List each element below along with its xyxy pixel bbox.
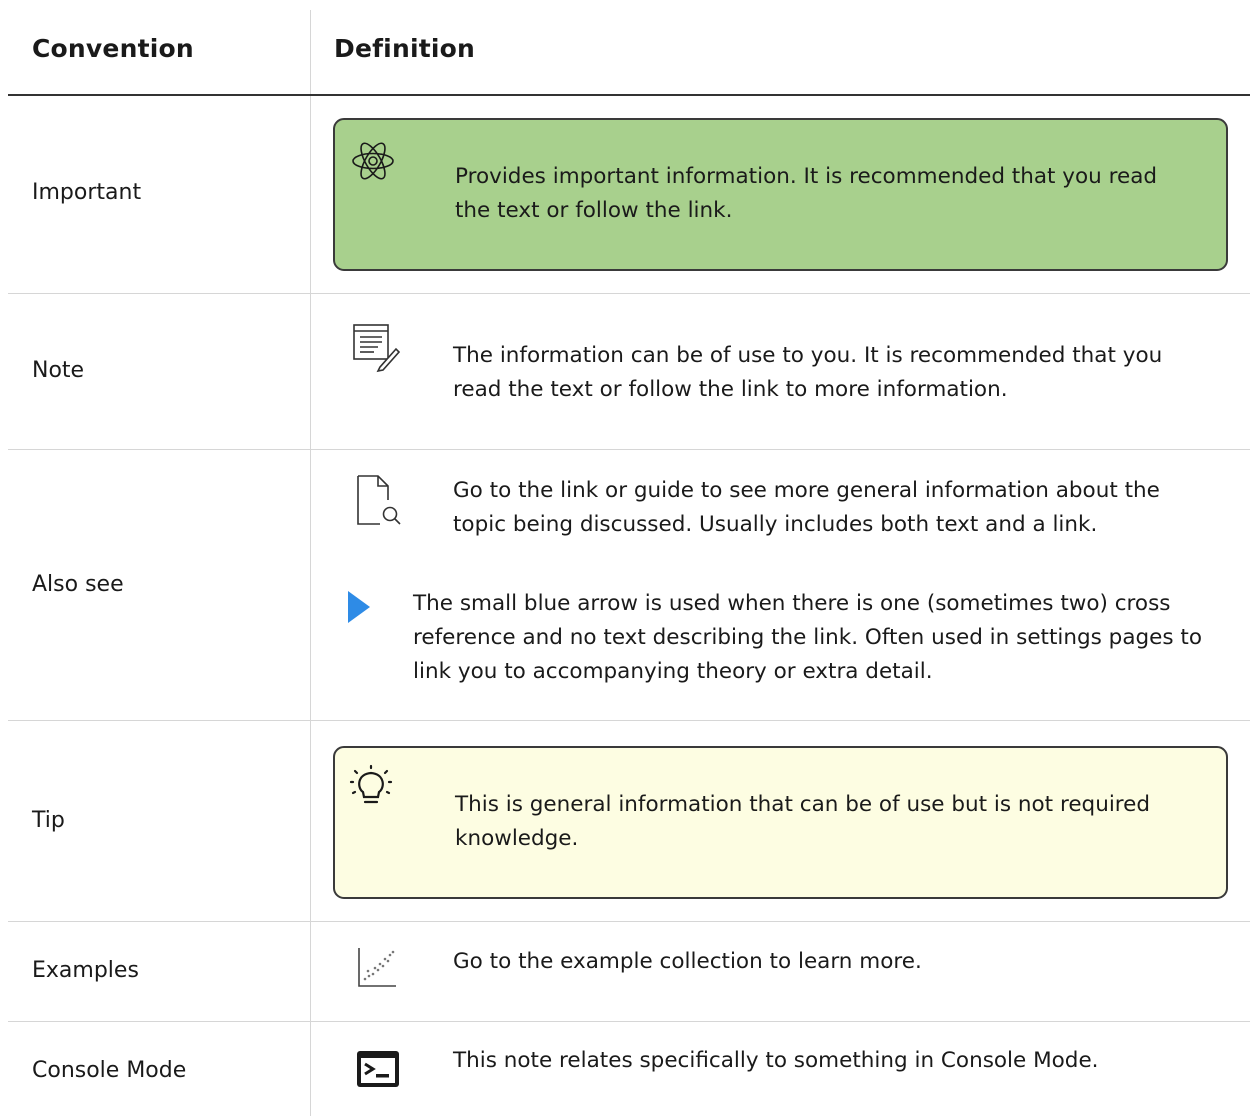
row-divider xyxy=(8,449,1250,450)
convention-label: Tip xyxy=(32,808,65,833)
also-see-text: Go to the link or guide to see more gene… xyxy=(453,478,1160,537)
blue-arrow-icon[interactable] xyxy=(348,591,370,623)
important-callout: Provides important information. It is re… xyxy=(333,118,1228,271)
important-text: Provides important information. It is re… xyxy=(455,164,1158,223)
row-divider xyxy=(8,1021,1250,1022)
column-divider xyxy=(310,10,311,1116)
conventions-table: Convention Definition Important Provides… xyxy=(0,0,1250,1116)
scatter-chart-icon xyxy=(358,948,396,987)
note-pencil-icon xyxy=(353,324,400,373)
convention-label: Also see xyxy=(32,572,124,597)
console-mode-text: This note relates specifically to someth… xyxy=(453,1048,1099,1073)
tip-callout: This is general information that can be … xyxy=(333,746,1228,899)
note-text: The information can be of use to you. It… xyxy=(453,343,1163,402)
examples-text: Go to the example collection to learn mo… xyxy=(453,949,922,974)
blue-arrow-text: The small blue arrow is used when there … xyxy=(413,591,1203,684)
row-divider xyxy=(8,720,1250,721)
header-definition: Definition xyxy=(334,34,476,63)
tip-text: This is general information that can be … xyxy=(455,792,1151,851)
convention-label: Console Mode xyxy=(32,1058,187,1083)
row-divider xyxy=(8,293,1250,294)
row-divider xyxy=(8,921,1250,922)
document-search-icon xyxy=(357,475,401,525)
atom-icon xyxy=(352,142,394,180)
header-divider xyxy=(8,94,1250,96)
header-convention: Convention xyxy=(32,34,194,63)
convention-label: Examples xyxy=(32,958,139,983)
convention-label: Important xyxy=(32,180,142,205)
convention-label: Note xyxy=(32,358,85,383)
lightbulb-icon xyxy=(349,764,393,804)
console-icon xyxy=(357,1051,399,1087)
